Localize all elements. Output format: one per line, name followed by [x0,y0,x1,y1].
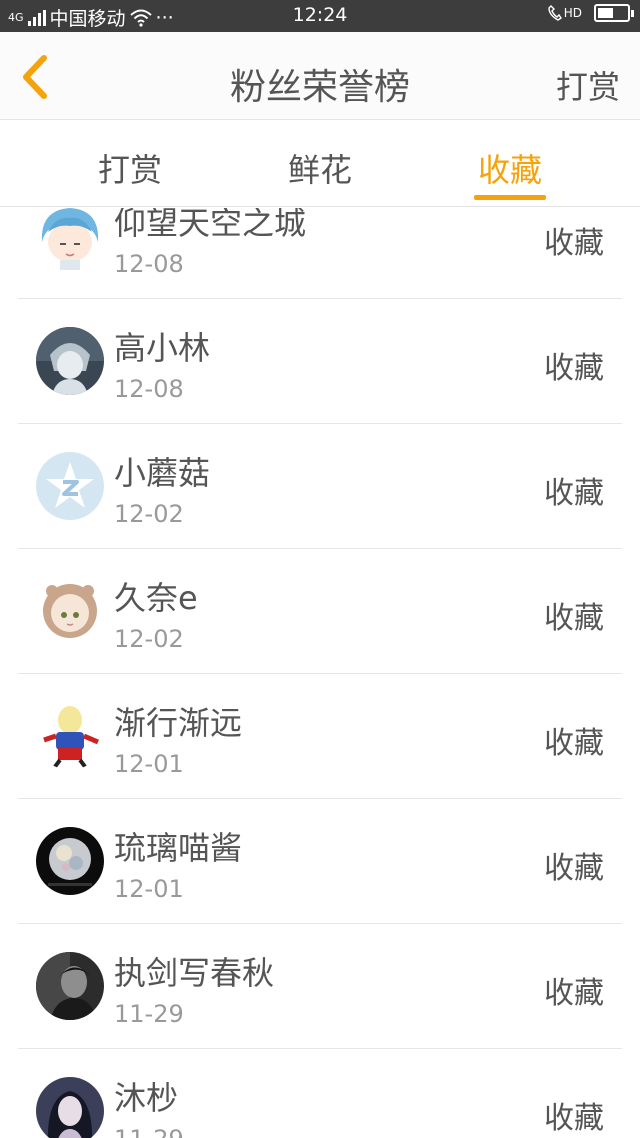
item-date: 12-01 [114,750,184,778]
user-name: 久奈e [114,579,198,617]
battery-icon [594,4,634,22]
hd-call-icon: HD [548,5,582,21]
list-item[interactable]: 琉璃喵酱 12-01 收藏 [0,799,640,924]
user-name: 小蘑菇 [114,454,211,492]
avatar [36,327,104,395]
list-item[interactable]: 小蘑菇 12-02 收藏 [0,424,640,549]
item-date: 12-02 [114,500,184,528]
avatar [36,702,104,770]
list-item[interactable]: 高小林 12-08 收藏 [0,299,640,424]
item-date: 12-08 [114,250,184,278]
item-date: 12-08 [114,375,184,403]
avatar [36,827,104,895]
status-bar: 4G 中国移动 ··· 12:24 HD [0,0,640,32]
user-name: 琉璃喵酱 [114,829,243,867]
list-item[interactable]: 渐行渐远 12-01 收藏 [0,674,640,799]
tab-flowers[interactable]: 鲜花 [250,145,390,191]
avatar [36,452,104,520]
avatar [36,577,104,645]
user-name: 高小林 [114,329,211,367]
status-time: 12:24 [292,4,348,26]
avatar [36,1077,104,1138]
item-action: 收藏 [544,726,604,761]
list-item[interactable]: 执剑写春秋 11-29 收藏 [0,924,640,1049]
status-right: HD [548,4,634,22]
item-date: 12-01 [114,875,184,903]
active-tab-indicator [474,195,546,200]
tab-bar: 打赏 鲜花 收藏 [0,121,640,207]
item-date: 11-29 [114,1000,184,1028]
user-name: 执剑写春秋 [114,954,275,992]
item-action: 收藏 [544,976,604,1011]
page-title: 粉丝荣誉榜 [229,67,410,108]
user-name: 渐行渐远 [114,704,243,742]
list-item[interactable]: 久奈e 12-02 收藏 [0,549,640,674]
fan-list: 仰望天空之城 12-08 收藏 高小林 12-08 收藏 小蘑菇 12-02 收… [0,208,640,1138]
item-date: 11-29 [114,1125,184,1138]
item-action: 收藏 [544,601,604,636]
user-name: 仰望天空之城 [114,208,307,242]
tab-reward[interactable]: 打赏 [60,145,200,191]
nav-bar: 粉丝荣誉榜 打赏 [0,32,640,120]
item-action: 收藏 [544,226,604,261]
tab-favorites[interactable]: 收藏 [440,145,580,191]
item-action: 收藏 [544,351,604,386]
avatar [36,952,104,1020]
battery-level [598,8,614,18]
reward-button[interactable]: 打赏 [556,62,620,108]
user-name: 沐杪 [114,1079,179,1117]
item-action: 收藏 [544,1101,604,1136]
item-action: 收藏 [544,851,604,886]
item-action: 收藏 [544,476,604,511]
list-item[interactable]: 仰望天空之城 12-08 收藏 [0,208,640,299]
avatar [36,208,104,270]
list-item[interactable]: 沐杪 11-29 收藏 [0,1049,640,1138]
hd-label: HD [563,6,582,20]
item-date: 12-02 [114,625,184,653]
